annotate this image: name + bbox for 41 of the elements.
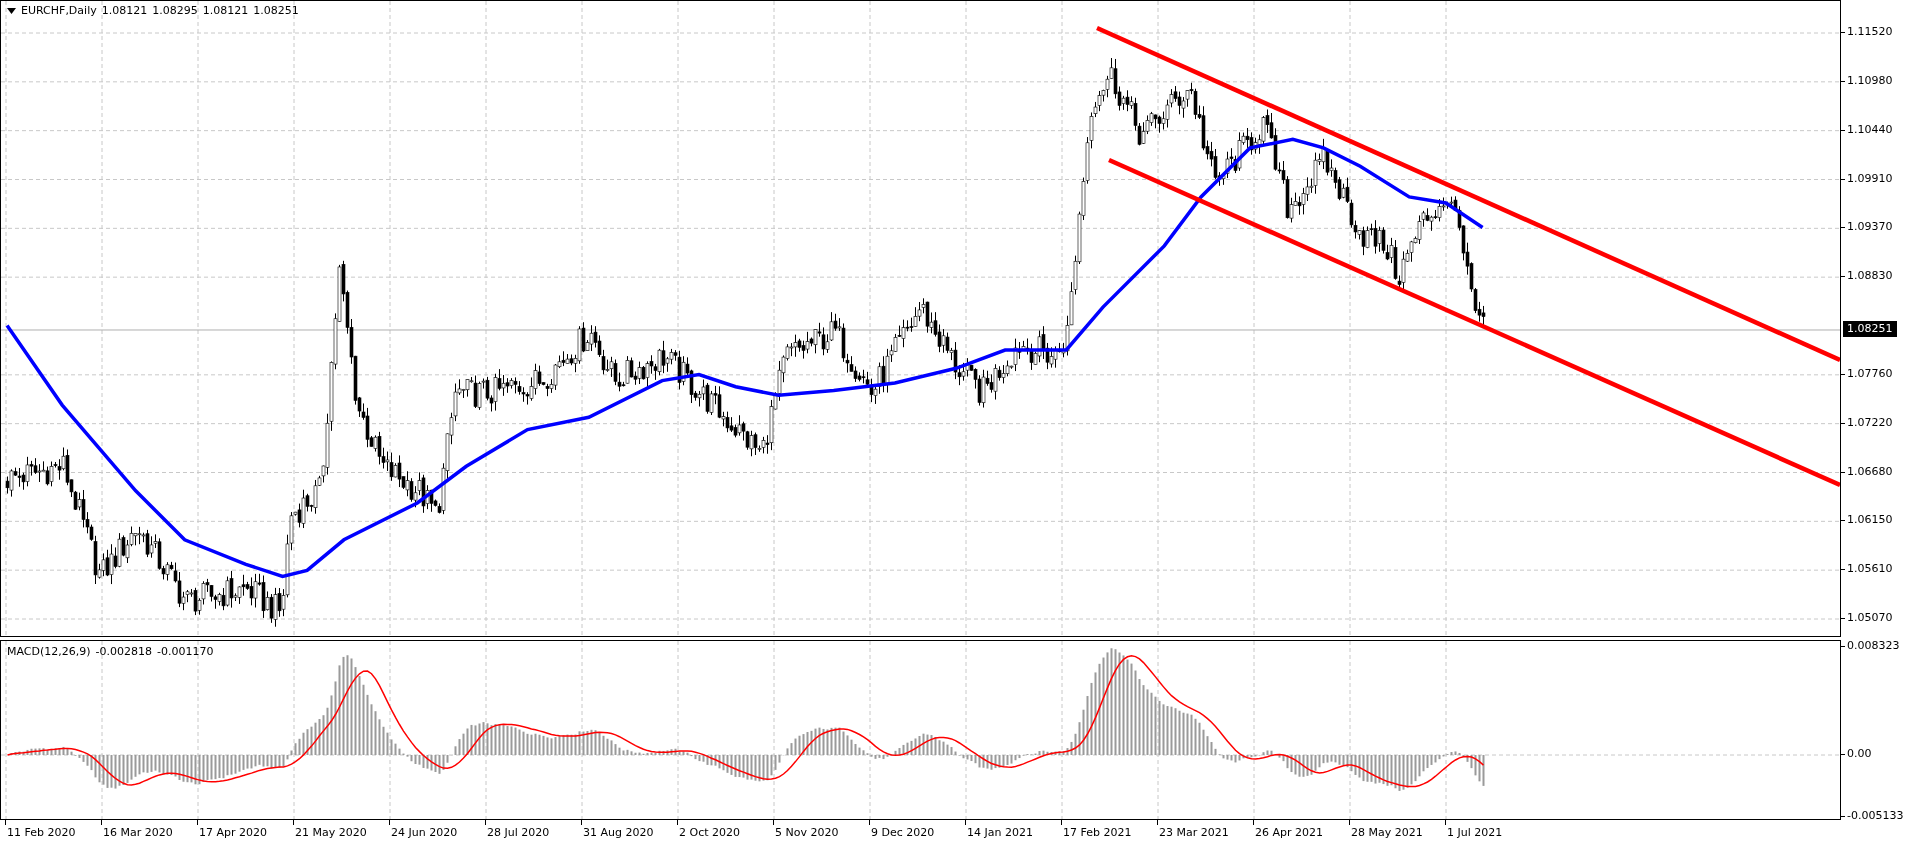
price-axis-label: 1.08830: [1847, 268, 1893, 285]
date-axis-label: 16 Mar 2020: [103, 826, 173, 839]
indicator-value: -0.001170: [157, 645, 214, 658]
ohlc-value: 1.08251: [253, 4, 299, 17]
price-axis-label: 1.10440: [1847, 121, 1893, 138]
ohlc-value: 1.08121: [202, 4, 249, 17]
ohlc-value: 1.08295: [152, 4, 198, 17]
date-axis-label: 2 Oct 2020: [679, 826, 740, 839]
date-axis-label: 28 Jul 2020: [487, 826, 550, 839]
price-axis-label: 1.09370: [1847, 219, 1893, 236]
date-axis-label: 17 Apr 2020: [199, 826, 267, 839]
price-axis-label: 1.07760: [1847, 365, 1893, 382]
ohlc-value: 1.08121: [101, 4, 148, 17]
date-axis-label: 31 Aug 2020: [583, 826, 654, 839]
price-axis-label: 1.05070: [1847, 610, 1893, 626]
date-axis-label: 9 Dec 2020: [871, 826, 935, 839]
current-price-label: 1.08251: [1843, 321, 1897, 337]
price-axis-label: 1.09910: [1847, 170, 1893, 187]
date-axis-label: 17 Feb 2021: [1063, 826, 1132, 839]
indicator-value: -0.002818: [95, 645, 152, 658]
price-axis-label: 1.11520: [1847, 24, 1893, 40]
date-axis-label: 1 Jul 2021: [1447, 826, 1503, 839]
date-axis-label: 11 Feb 2020: [7, 826, 76, 839]
macd-axis-label: 0.008323: [1847, 638, 1900, 654]
date-axis-label: 24 Jun 2020: [391, 826, 458, 839]
date-axis-label: 21 May 2020: [295, 826, 367, 839]
price-axis-label: 1.06150: [1847, 512, 1893, 529]
price-axis-label: 1.06680: [1847, 463, 1893, 480]
dropdown-triangle-icon[interactable]: [7, 7, 16, 14]
indicator-label: MACD(12,26,9): [7, 645, 91, 658]
symbol-label: EURCHF,Daily: [21, 4, 97, 17]
date-axis-label: 14 Jan 2021: [967, 826, 1033, 839]
date-axis-label: 5 Nov 2020: [775, 826, 839, 839]
price-axis-label: 1.07220: [1847, 414, 1893, 431]
price-axis-label: 1.10980: [1847, 72, 1893, 89]
date-axis-label: 26 Apr 2021: [1255, 826, 1323, 839]
price-axis-label: 1.05610: [1847, 561, 1893, 578]
macd-axis-label: -0.005133: [1847, 808, 1904, 824]
date-axis-label: 28 May 2021: [1351, 826, 1423, 839]
date-axis-label: 23 Mar 2021: [1159, 826, 1229, 839]
macd-axis-label: 0.00: [1847, 746, 1872, 762]
